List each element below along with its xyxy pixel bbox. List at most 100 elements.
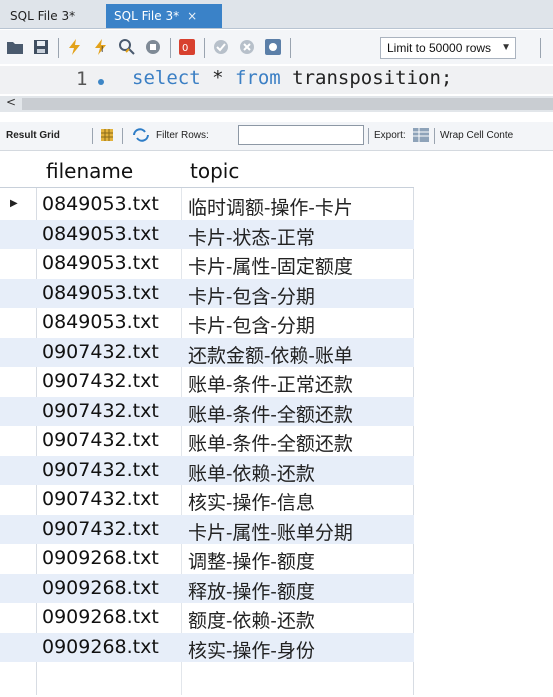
cell-filename[interactable]: 0849053.txt (42, 252, 159, 274)
code-line[interactable]: select * from transposition; (132, 67, 452, 89)
cell-filename[interactable]: 0849053.txt (42, 193, 159, 215)
table-row[interactable]: ▶ 0849053.txt 临时调额-操作-卡片 (0, 190, 414, 219)
toolbar-separator (434, 128, 435, 144)
table-row[interactable]: 0849053.txt 卡片-属性-固定额度 (0, 249, 414, 278)
cell-topic[interactable]: 卡片-状态-正常 (188, 223, 315, 250)
cell-filename[interactable]: 0849053.txt (42, 311, 159, 333)
cell-topic[interactable]: 核实-操作-信息 (188, 488, 315, 515)
cell-topic[interactable]: 额度-依赖-还款 (188, 606, 315, 633)
cell-topic[interactable]: 释放-操作-额度 (188, 577, 315, 604)
toolbar-separator (92, 128, 93, 144)
execute-icon[interactable] (66, 38, 84, 56)
result-toolbar: Result Grid Filter Rows: Export: Wrap Ce… (0, 122, 553, 151)
toolbar-separator (290, 38, 291, 58)
table-row[interactable]: 0909268.txt 额度-依赖-还款 (0, 603, 414, 632)
export-icon[interactable] (412, 127, 430, 143)
toggle-output-icon[interactable]: 0 (178, 38, 196, 56)
cell-filename[interactable]: 0907432.txt (42, 459, 159, 481)
toolbar-separator (204, 38, 205, 58)
cell-filename[interactable]: 0907432.txt (42, 518, 159, 540)
keyword-select: select (132, 67, 201, 89)
cell-topic[interactable]: 账单-依赖-还款 (188, 459, 315, 486)
toolbar-separator (122, 128, 123, 144)
table-row[interactable]: 0849053.txt 卡片-包含-分期 (0, 308, 414, 337)
cell-topic[interactable]: 卡片-属性-账单分期 (188, 518, 353, 545)
cell-topic[interactable]: 卡片-包含-分期 (188, 311, 315, 338)
grid-view-icon[interactable] (100, 128, 114, 142)
execute-current-icon[interactable]: I (92, 38, 110, 56)
cell-filename[interactable]: 0907432.txt (42, 400, 159, 422)
limit-rows-select[interactable]: Limit to 50000 rows ▼ (380, 37, 516, 59)
current-row-pointer-icon: ▶ (10, 198, 18, 209)
toolbar-separator (58, 38, 59, 58)
table-row[interactable]: 0909268.txt 调整-操作-额度 (0, 544, 414, 573)
editor-toolbar: I 0 Limit to 50000 rows ▼ (0, 30, 553, 64)
cell-filename[interactable]: 0849053.txt (42, 223, 159, 245)
tab-sql-file-3-active[interactable]: SQL File 3* × (106, 4, 222, 28)
table-row[interactable]: 0907432.txt 账单-依赖-还款 (0, 456, 414, 485)
scroll-left-icon[interactable]: < (6, 95, 16, 109)
cell-filename[interactable]: 0909268.txt (42, 577, 159, 599)
table-row[interactable]: 0907432.txt 卡片-属性-账单分期 (0, 515, 414, 544)
cell-topic[interactable]: 卡片-属性-固定额度 (188, 252, 353, 279)
grid-header: filename topic (0, 155, 414, 188)
table-row[interactable]: 0907432.txt 账单-条件-正常还款 (0, 367, 414, 396)
cell-topic[interactable]: 调整-操作-额度 (188, 547, 315, 574)
cell-filename[interactable]: 0849053.txt (42, 282, 159, 304)
filter-rows-input[interactable] (238, 125, 364, 145)
cell-topic[interactable]: 账单-条件-全额还款 (188, 429, 353, 456)
scrollbar-thumb[interactable] (22, 98, 553, 110)
cell-filename[interactable]: 0909268.txt (42, 547, 159, 569)
result-grid-tab[interactable]: Result Grid (6, 130, 60, 141)
refresh-icon[interactable] (132, 128, 150, 142)
limit-rows-label: Limit to 50000 rows (387, 41, 492, 55)
editor-gutter: 1 (0, 66, 130, 94)
table-row[interactable]: 0907432.txt 核实-操作-信息 (0, 485, 414, 514)
rollback-icon[interactable] (238, 38, 256, 56)
close-tab-icon[interactable]: × (187, 9, 197, 23)
cell-filename[interactable]: 0907432.txt (42, 341, 159, 363)
commit-icon[interactable] (212, 38, 230, 56)
editor-horizontal-scrollbar[interactable]: < (0, 95, 553, 112)
filter-rows-label: Filter Rows: (156, 130, 209, 141)
table-row[interactable]: 0849053.txt 卡片-包含-分期 (0, 279, 414, 308)
save-icon[interactable] (32, 38, 50, 56)
svg-text:0: 0 (182, 43, 188, 54)
table-row[interactable]: 0849053.txt 卡片-状态-正常 (0, 220, 414, 249)
sql-editor[interactable]: 1 select * from transposition; (0, 66, 553, 94)
tab-sql-file-3-inactive[interactable]: SQL File 3* (2, 4, 86, 28)
column-header-topic[interactable]: topic (190, 159, 239, 183)
table-row[interactable]: 0909268.txt 释放-操作-额度 (0, 574, 414, 603)
column-header-filename[interactable]: filename (46, 159, 133, 183)
explain-icon[interactable] (118, 38, 136, 56)
open-folder-icon[interactable] (6, 38, 24, 56)
cell-filename[interactable]: 0907432.txt (42, 488, 159, 510)
export-label: Export: (374, 130, 406, 141)
table-row[interactable]: 0907432.txt 账单-条件-全额还款 (0, 397, 414, 426)
table-row[interactable]: 0907432.txt 账单-条件-全额还款 (0, 426, 414, 455)
cell-topic[interactable]: 账单-条件-全额还款 (188, 400, 353, 427)
table-row[interactable]: 0907432.txt 还款金额-依赖-账单 (0, 338, 414, 367)
toolbar-separator (540, 38, 541, 58)
code-table-name: transposition; (280, 67, 453, 89)
tab-label: SQL File 3* (10, 9, 76, 23)
autocommit-icon[interactable] (264, 38, 282, 56)
cell-filename[interactable]: 0909268.txt (42, 606, 159, 628)
stop-icon[interactable] (144, 38, 162, 56)
statement-marker-icon (98, 79, 104, 85)
cell-topic[interactable]: 还款金额-依赖-账单 (188, 341, 353, 368)
cell-topic[interactable]: 核实-操作-身份 (188, 636, 315, 663)
wrap-cell-content-label[interactable]: Wrap Cell Conte (440, 130, 513, 141)
cell-topic[interactable]: 账单-条件-正常还款 (188, 370, 353, 397)
cell-filename[interactable]: 0907432.txt (42, 370, 159, 392)
cell-filename[interactable]: 0909268.txt (42, 636, 159, 658)
tab-label: SQL File 3* (114, 9, 180, 23)
line-number: 1 (76, 68, 88, 90)
cell-topic[interactable]: 卡片-包含-分期 (188, 282, 315, 309)
table-row[interactable]: 0909268.txt 核实-操作-身份 (0, 633, 414, 662)
chevron-down-icon: ▼ (501, 42, 511, 53)
toolbar-separator (368, 128, 369, 144)
cell-topic[interactable]: 临时调额-操作-卡片 (188, 193, 353, 220)
cell-filename[interactable]: 0907432.txt (42, 429, 159, 451)
code-star: * (200, 67, 235, 89)
